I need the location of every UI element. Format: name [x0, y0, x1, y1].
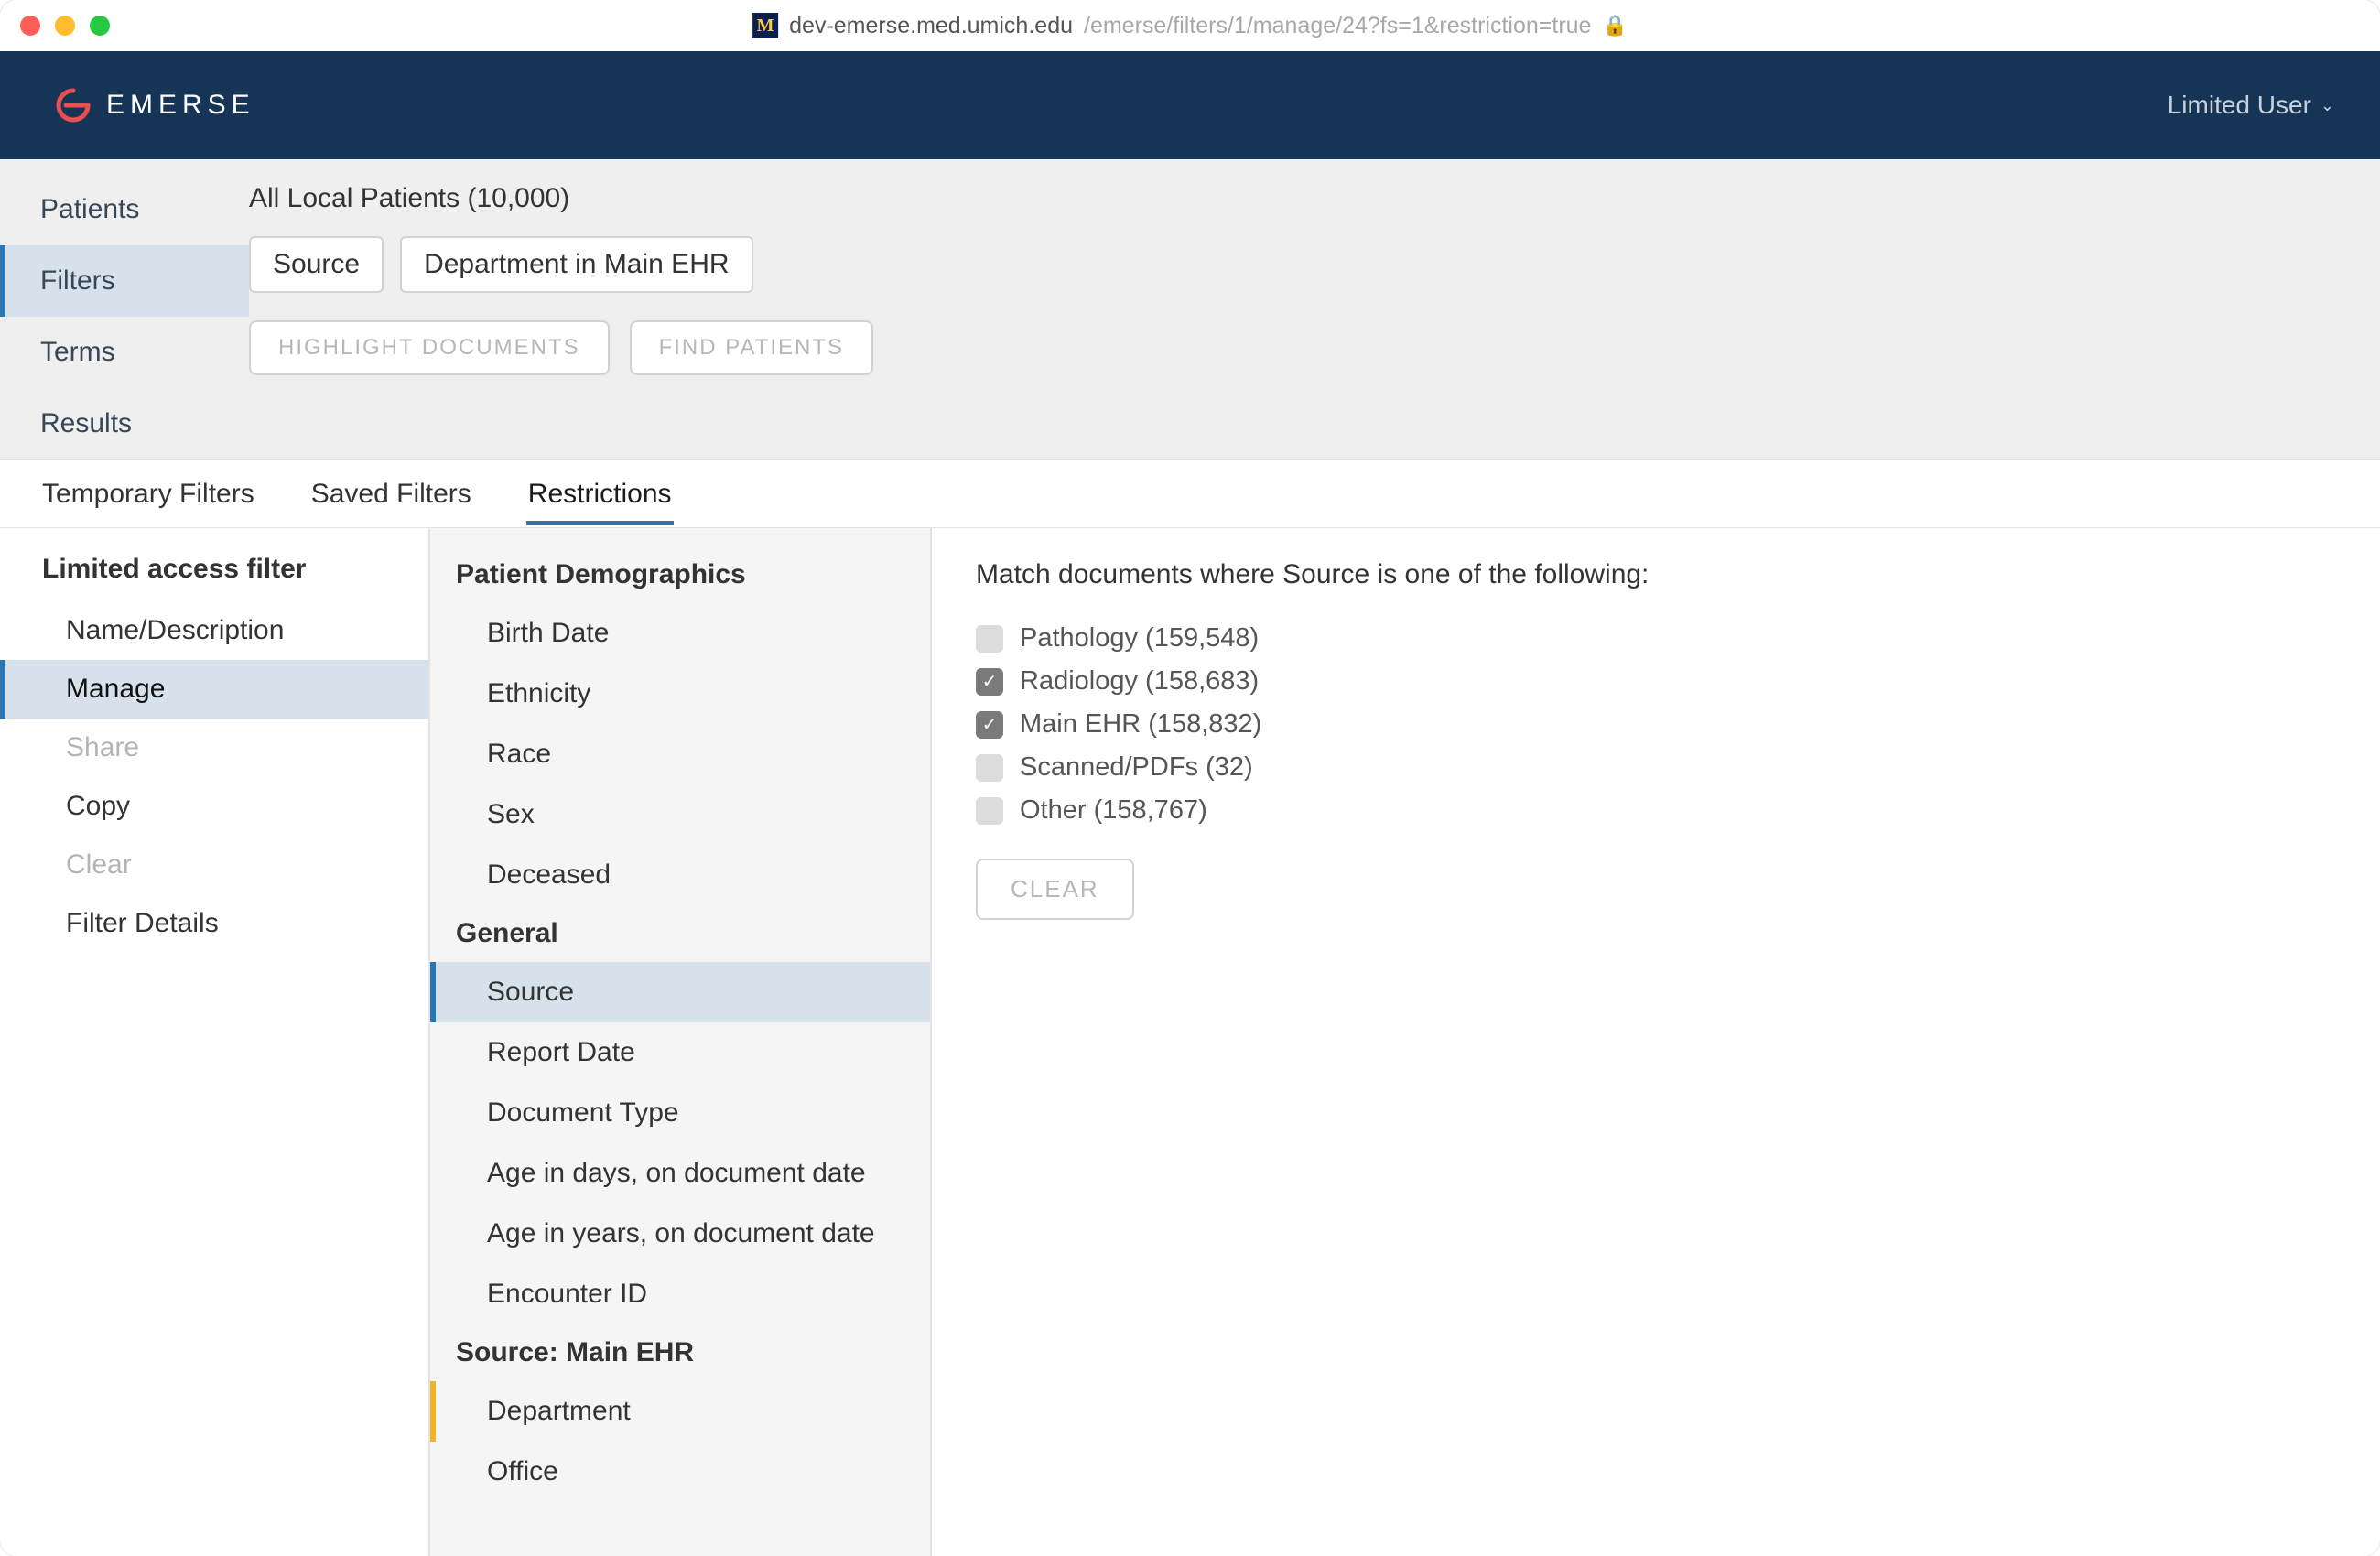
source-option[interactable]: ✓ Radiology (158,683): [976, 666, 2336, 697]
checkbox[interactable]: ✓: [976, 668, 1003, 696]
field-item[interactable]: Race: [430, 724, 930, 784]
field-item[interactable]: Source: [430, 962, 930, 1022]
summary-bar: PatientsFiltersTermsResults All Local Pa…: [0, 159, 2380, 460]
primary-nav: PatientsFiltersTermsResults: [0, 159, 249, 459]
app-window: M dev-emerse.med.umich.edu/emerse/filter…: [0, 0, 2380, 1556]
source-option-label: Main EHR (158,832): [1020, 709, 1261, 740]
filter-menu-item[interactable]: Filter Details: [0, 894, 428, 953]
field-config: Match documents where Source is one of t…: [932, 528, 2380, 1556]
field-item[interactable]: Office: [430, 1442, 930, 1502]
field-item[interactable]: Sex: [430, 784, 930, 845]
filter-chip[interactable]: Source: [249, 236, 384, 293]
checkbox[interactable]: [976, 797, 1003, 825]
field-item[interactable]: Document Type: [430, 1083, 930, 1143]
filter-menu-item[interactable]: Name/Description: [0, 601, 428, 660]
source-option-label: Radiology (158,683): [1020, 666, 1259, 697]
filter-menu-item[interactable]: Copy: [0, 777, 428, 836]
filter-tab[interactable]: Restrictions: [526, 464, 674, 524]
field-group-header: Patient Demographics: [430, 546, 930, 603]
find-patients-button[interactable]: FIND PATIENTS: [630, 320, 873, 375]
primary-nav-item[interactable]: Results: [0, 388, 249, 459]
primary-nav-item[interactable]: Patients: [0, 174, 249, 245]
close-window-button[interactable]: [20, 16, 40, 36]
filter-tab[interactable]: Temporary Filters: [40, 464, 256, 524]
checkbox[interactable]: [976, 754, 1003, 782]
match-description: Match documents where Source is one of t…: [976, 559, 2336, 590]
source-options: Pathology (159,548)✓Radiology (158,683)✓…: [976, 623, 2336, 826]
url-host: dev-emerse.med.umich.edu: [789, 13, 1073, 39]
user-label: Limited User: [2168, 91, 2311, 120]
field-item[interactable]: Report Date: [430, 1022, 930, 1083]
user-menu[interactable]: Limited User ⌄: [2168, 91, 2334, 120]
field-group-header: Source: Main EHR: [430, 1324, 930, 1381]
filter-menu-item[interactable]: Manage: [0, 660, 428, 719]
highlight-documents-button[interactable]: HIGHLIGHT DOCUMENTS: [249, 320, 610, 375]
source-option[interactable]: Scanned/PDFs (32): [976, 752, 2336, 783]
filter-tab[interactable]: Saved Filters: [309, 464, 473, 524]
source-option-label: Pathology (159,548): [1020, 623, 1259, 654]
source-option-label: Other (158,767): [1020, 795, 1207, 826]
app-header: EMERSE Limited User ⌄: [0, 51, 2380, 159]
lock-icon: 🔒: [1602, 14, 1627, 38]
minimize-window-button[interactable]: [55, 16, 75, 36]
field-item[interactable]: Ethnicity: [430, 664, 930, 724]
maximize-window-button[interactable]: [90, 16, 110, 36]
field-item[interactable]: Birth Date: [430, 603, 930, 664]
url-path: /emerse/filters/1/manage/24?fs=1&restric…: [1084, 13, 1591, 39]
summary-right: All Local Patients (10,000) Source Depart…: [249, 159, 2380, 459]
checkbox[interactable]: ✓: [976, 711, 1003, 739]
brand-logo-icon: [55, 87, 92, 124]
population-label: All Local Patients (10,000): [249, 183, 2345, 214]
source-option[interactable]: Pathology (159,548): [976, 623, 2336, 654]
favicon: M: [752, 13, 778, 38]
checkbox[interactable]: [976, 625, 1003, 653]
field-item[interactable]: Age in days, on document date: [430, 1143, 930, 1204]
filter-menu-item: Clear: [0, 836, 428, 894]
field-item[interactable]: Department: [430, 1381, 930, 1442]
filter-title: Limited access filter: [0, 554, 428, 601]
filter-chips: Source Department in Main EHR: [249, 236, 2345, 293]
source-option[interactable]: ✓ Main EHR (158,832): [976, 709, 2336, 740]
field-groups: Patient DemographicsBirth DateEthnicityR…: [430, 528, 932, 1556]
brand[interactable]: EMERSE: [55, 87, 255, 124]
source-option-label: Scanned/PDFs (32): [1020, 752, 1253, 783]
address-bar[interactable]: M dev-emerse.med.umich.edu/emerse/filter…: [752, 13, 1628, 39]
action-row: HIGHLIGHT DOCUMENTS FIND PATIENTS: [249, 315, 2345, 375]
workspace: PatientsFiltersTermsResults All Local Pa…: [0, 159, 2380, 1556]
chevron-down-icon: ⌄: [2320, 96, 2334, 115]
traffic-lights: [20, 16, 110, 36]
field-item[interactable]: Encounter ID: [430, 1264, 930, 1324]
source-option[interactable]: Other (158,767): [976, 795, 2336, 826]
field-group-header: General: [430, 905, 930, 962]
filter-menu: Limited access filter Name/DescriptionMa…: [0, 528, 430, 1556]
brand-name: EMERSE: [106, 90, 255, 121]
primary-nav-item[interactable]: Filters: [0, 245, 249, 317]
clear-sources-button[interactable]: CLEAR: [976, 859, 1134, 920]
filter-chip[interactable]: Department in Main EHR: [400, 236, 752, 293]
primary-nav-item[interactable]: Terms: [0, 317, 249, 388]
window-titlebar: M dev-emerse.med.umich.edu/emerse/filter…: [0, 0, 2380, 51]
field-item[interactable]: Age in years, on document date: [430, 1204, 930, 1264]
filter-editor: Limited access filter Name/DescriptionMa…: [0, 528, 2380, 1556]
filter-menu-item: Share: [0, 719, 428, 777]
filter-tabs: Temporary Filters Saved Filters Restrictio…: [0, 460, 2380, 528]
field-item[interactable]: Deceased: [430, 845, 930, 905]
